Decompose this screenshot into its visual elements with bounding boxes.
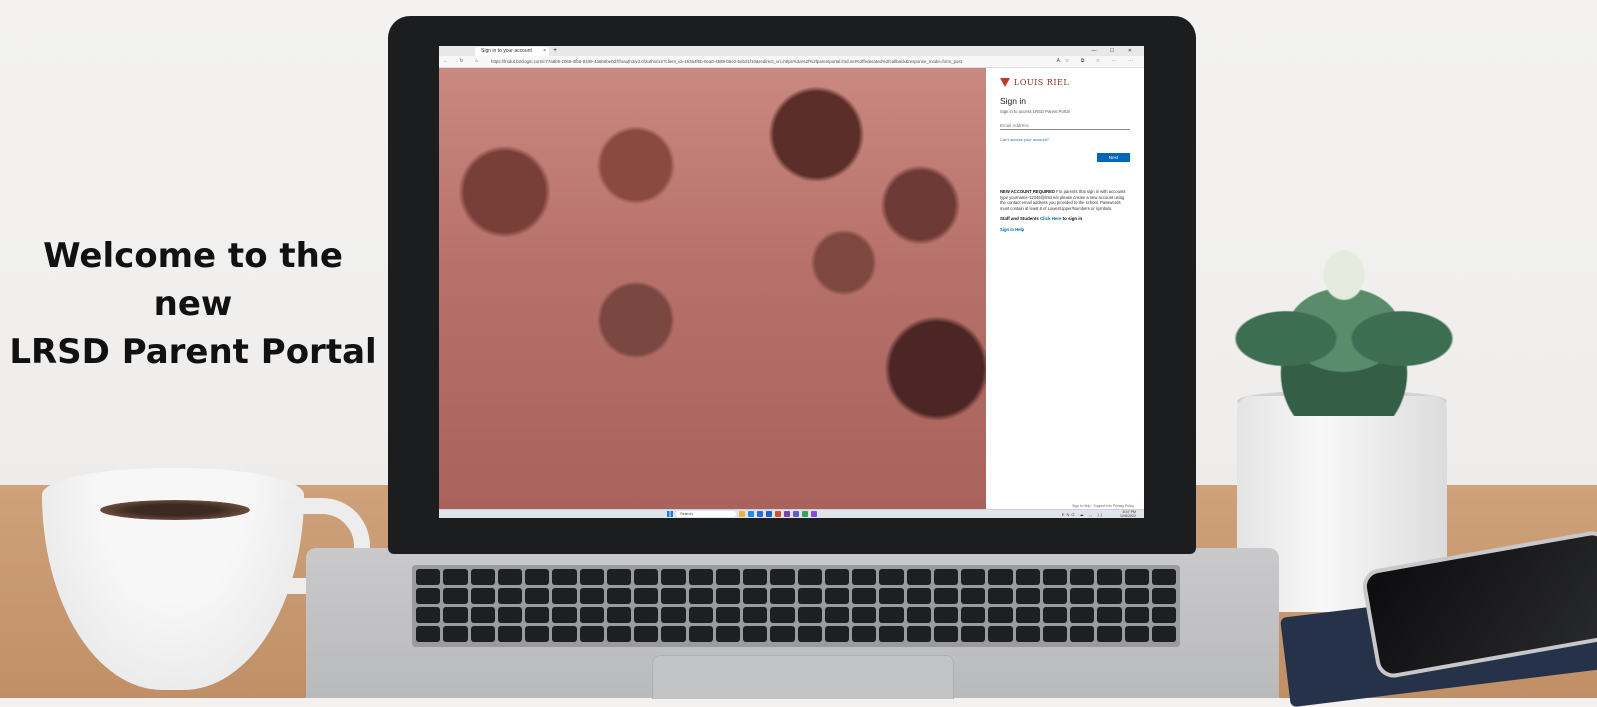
staff-suffix: to sign in xyxy=(1061,216,1083,221)
logo-text: LOUIS RIEL xyxy=(1014,78,1070,87)
system-tray[interactable]: ENG ☁ ◡ )) xyxy=(1062,512,1104,517)
taskbar-clock[interactable]: 8:47 PM 12/6/2022 xyxy=(1120,510,1136,518)
url-field[interactable]: https://lrsdut.b2clogin.com/c77a8b9-2066… xyxy=(491,58,991,65)
signin-subtitle: Sign in to access LRSD Parent Portal xyxy=(1000,109,1070,114)
staff-prefix: Staff and Students xyxy=(1000,216,1041,221)
laptop-keyboard xyxy=(412,565,1180,647)
taskbar-search[interactable]: Search xyxy=(676,511,736,517)
headline-line-1: Welcome to the new xyxy=(43,236,343,324)
browser-toolbar-icons[interactable]: A☆ ⧉ ☆ ⋯ ⋯ xyxy=(1057,58,1138,64)
laptop-trackpad xyxy=(652,655,954,699)
word-app-icon[interactable] xyxy=(757,511,763,517)
onenote-app-icon[interactable] xyxy=(784,511,790,517)
email-field[interactable] xyxy=(1000,122,1130,130)
next-button[interactable]: Next xyxy=(1097,153,1130,162)
outlook-app-icon[interactable] xyxy=(766,511,772,517)
store-app-icon[interactable] xyxy=(811,511,817,517)
welcome-headline: Welcome to the new LRSD Parent Portal xyxy=(8,232,378,376)
tab-title: Sign in to your account xyxy=(481,48,532,54)
file-explorer-app-icon[interactable] xyxy=(739,511,745,517)
signin-footer-links[interactable]: Sign in Help · Support Info Privacy Poli… xyxy=(1072,504,1134,508)
headline-line-2: LRSD Parent Portal xyxy=(9,332,377,372)
navigation-icons[interactable]: ← ↻ ⌂ xyxy=(443,58,483,64)
teams-app-icon[interactable] xyxy=(793,511,799,517)
notice-heading: NEW ACCOUNT REQUIRED xyxy=(1000,189,1055,194)
signin-title: Sign in xyxy=(1000,96,1026,106)
new-tab-icon[interactable]: + xyxy=(553,46,557,56)
new-account-notice: NEW ACCOUNT REQUIRED For parents that si… xyxy=(1000,189,1130,211)
clock-date: 12/6/2022 xyxy=(1120,514,1136,518)
browser-tab-bar: Sign in to your account × + — ☐ ✕ xyxy=(439,46,1144,56)
close-tab-icon[interactable]: × xyxy=(543,47,546,56)
hero-photo-children xyxy=(439,68,986,510)
staff-click-here-link[interactable]: Click Here xyxy=(1040,216,1061,221)
signin-help-link[interactable]: Sign in Help xyxy=(1000,227,1130,232)
browser-address-bar: ← ↻ ⌂ https://lrsdut.b2clogin.com/c77a8b… xyxy=(439,56,1144,68)
signin-panel: LOUIS RIEL Sign in Sign in to access LRS… xyxy=(986,68,1144,510)
forgot-account-link[interactable]: Can't access your account? xyxy=(1000,137,1130,142)
coffee xyxy=(100,500,250,520)
windows-taskbar: Search ENG ☁ ◡ )) 8:47 PM 12/6/2022 xyxy=(439,509,1144,518)
logo-mark-icon xyxy=(1000,78,1011,87)
succulent-plant xyxy=(1228,244,1460,416)
browser-tab[interactable]: Sign in to your account × xyxy=(475,47,549,56)
staff-signin-line: Staff and Students Click Here to sign in xyxy=(1000,216,1130,221)
chrome-app-icon[interactable] xyxy=(802,511,808,517)
laptop-screen: Sign in to your account × + — ☐ ✕ ← ↻ ⌂ … xyxy=(439,46,1144,518)
taskbar-center: Search xyxy=(667,511,817,517)
window-controls[interactable]: — ☐ ✕ xyxy=(1092,46,1138,56)
windows-start-icon[interactable] xyxy=(667,511,673,517)
powerpoint-app-icon[interactable] xyxy=(775,511,781,517)
edge-app-icon[interactable] xyxy=(748,511,754,517)
louis-riel-logo: LOUIS RIEL xyxy=(1000,78,1130,87)
